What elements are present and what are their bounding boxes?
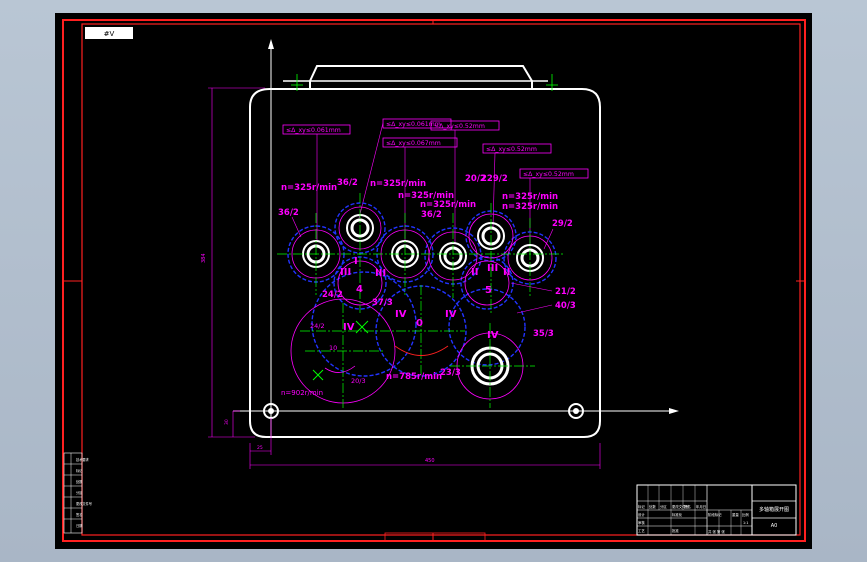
shaft-label-10: IV <box>395 309 407 320</box>
gear-label-1: 36/2 <box>337 178 358 188</box>
tolerance-4: ≤Δ_xy≤0.52mm <box>434 123 485 130</box>
left-info-panel: 技术要求 标记 处数 分区 更改文件号 签名 日期 <box>63 452 92 534</box>
gear-label-15: 10 <box>329 344 337 352</box>
height-dimension: 384 <box>201 253 207 263</box>
shaft-label-3: III <box>375 268 386 279</box>
svg-text:处数: 处数 <box>76 479 83 484</box>
shaft-label-8: 5 <box>485 285 492 296</box>
gear-label-2: 36/2 <box>278 208 299 218</box>
speed-label-6: n=325r/min <box>502 202 558 212</box>
shaft-label-11: IV <box>445 309 457 320</box>
tolerance-6: ≤Δ_xy≤0.52mm <box>523 171 574 178</box>
svg-text:标准化: 标准化 <box>672 512 683 517</box>
shaft-label-12: IV <box>487 330 499 341</box>
svg-text:分区: 分区 <box>76 490 83 495</box>
gear-label-5: 229/2 <box>481 174 508 184</box>
gear-label-11: 35/3 <box>533 329 554 339</box>
rotation-arc-2 <box>324 365 356 373</box>
svg-text:设计: 设计 <box>638 512 645 517</box>
gear-label-9: 21/2 <box>555 287 576 297</box>
svg-text:日期: 日期 <box>76 523 82 528</box>
gear-label-13: 24/2 <box>310 322 325 330</box>
tolerance-3: ≤Δ_xy≤0.067mm <box>386 140 441 147</box>
svg-text:签名: 签名 <box>76 512 82 517</box>
shaft-label-4: II <box>471 267 478 278</box>
shaft-label-5: III <box>487 263 498 274</box>
coordinate-axes <box>233 39 679 438</box>
svg-text:工艺: 工艺 <box>638 528 645 533</box>
speed-label-8: n=902r/min <box>281 389 323 397</box>
svg-text:技术要求: 技术要求 <box>76 457 90 462</box>
rotation-arc <box>394 345 449 356</box>
shaft-label-1: I <box>354 256 358 267</box>
svg-text:年月日: 年月日 <box>696 504 706 509</box>
gear-label-12: 23/3 <box>440 368 461 378</box>
speed-label-5: n=325r/min <box>502 192 558 202</box>
inner-sheet-frame <box>81 23 801 536</box>
drawing-canvas: #V 技术要求 标记 处数 分区 更改文件号 签名 日期 384 450 25 … <box>62 19 806 542</box>
drawing-number-strip <box>384 532 486 542</box>
speed-label-7: n=785r/min <box>386 372 442 382</box>
shaft-label-2: III <box>340 267 351 278</box>
svg-text:更改文件号: 更改文件号 <box>76 501 92 506</box>
shaft-label-6: II <box>503 267 510 278</box>
sheet-title: 多轴箱展开图 <box>759 506 789 513</box>
gear-label-10: 40/3 <box>555 301 576 311</box>
svg-text:标记: 标记 <box>638 504 645 509</box>
offset-dimension-y: 30 <box>224 419 230 425</box>
gear-label-8: 37/3 <box>372 298 393 308</box>
cad-viewport[interactable]: #V 技术要求 标记 处数 分区 更改文件号 签名 日期 384 450 25 … <box>55 13 812 549</box>
speed-label-4: n=325r/min <box>420 200 476 210</box>
svg-text:批准: 批准 <box>672 528 679 533</box>
tolerance-5: ≤Δ_xy≤0.52mm <box>486 146 537 153</box>
gear-label-3: 36/2 <box>421 210 442 220</box>
sheet-code: A0 <box>771 523 778 529</box>
speed-label-2: n=325r/min <box>370 179 426 189</box>
svg-text:处数: 处数 <box>649 504 656 509</box>
tolerance-2: ≤Δ_xy≤0.061mm <box>386 121 441 128</box>
shaft-label-7: 4 <box>356 284 363 295</box>
gear-label-7: 24/2 <box>322 290 343 300</box>
svg-text:共 张 第 张: 共 张 第 张 <box>708 529 725 534</box>
shaft-label-9: IV <box>343 322 355 333</box>
tolerance-1: ≤Δ_xy≤0.061mm <box>286 127 341 134</box>
svg-text:重量: 重量 <box>732 512 739 517</box>
speed-label-1: n=325r/min <box>281 183 337 193</box>
svg-text:标记: 标记 <box>76 468 83 473</box>
gear-label-14: 20/3 <box>351 377 366 385</box>
svg-text:签名: 签名 <box>684 504 691 509</box>
top-left-label: #V <box>104 30 115 38</box>
shaft-label-13: 0 <box>416 318 423 329</box>
svg-text:分区: 分区 <box>660 504 667 509</box>
svg-text:阶段标记: 阶段标记 <box>708 512 722 517</box>
width-dimension: 450 <box>425 458 435 464</box>
gear-label-6: 29/2 <box>552 219 573 229</box>
svg-text:审核: 审核 <box>638 520 645 525</box>
svg-text:比例: 比例 <box>742 512 749 517</box>
svg-text:1:1: 1:1 <box>743 521 748 525</box>
offset-dimension-x: 25 <box>257 445 263 451</box>
